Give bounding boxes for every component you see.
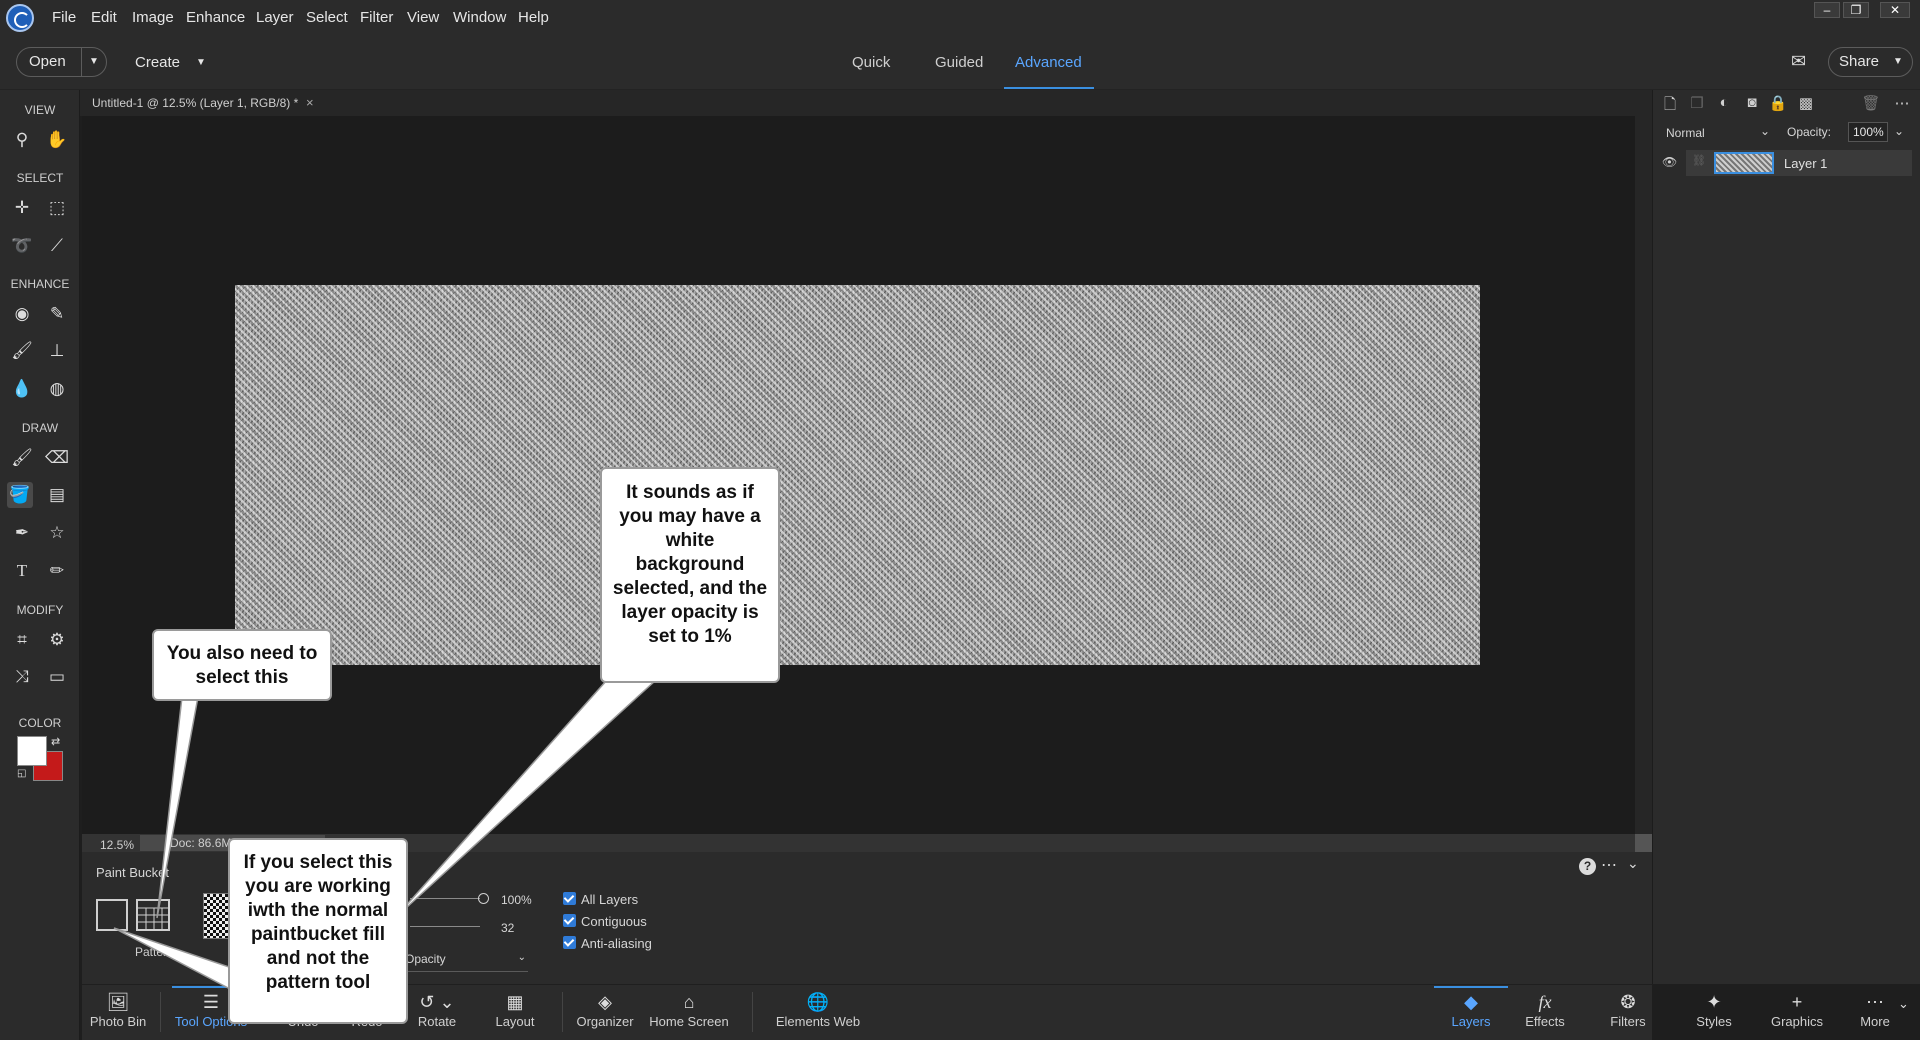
callout-layer-opacity: It sounds as if you may have a white bac…	[600, 467, 780, 683]
callout-normal-fill: If you select this you are working iwth …	[228, 838, 408, 1024]
callout-select-pattern: You also need to select this	[152, 629, 332, 701]
